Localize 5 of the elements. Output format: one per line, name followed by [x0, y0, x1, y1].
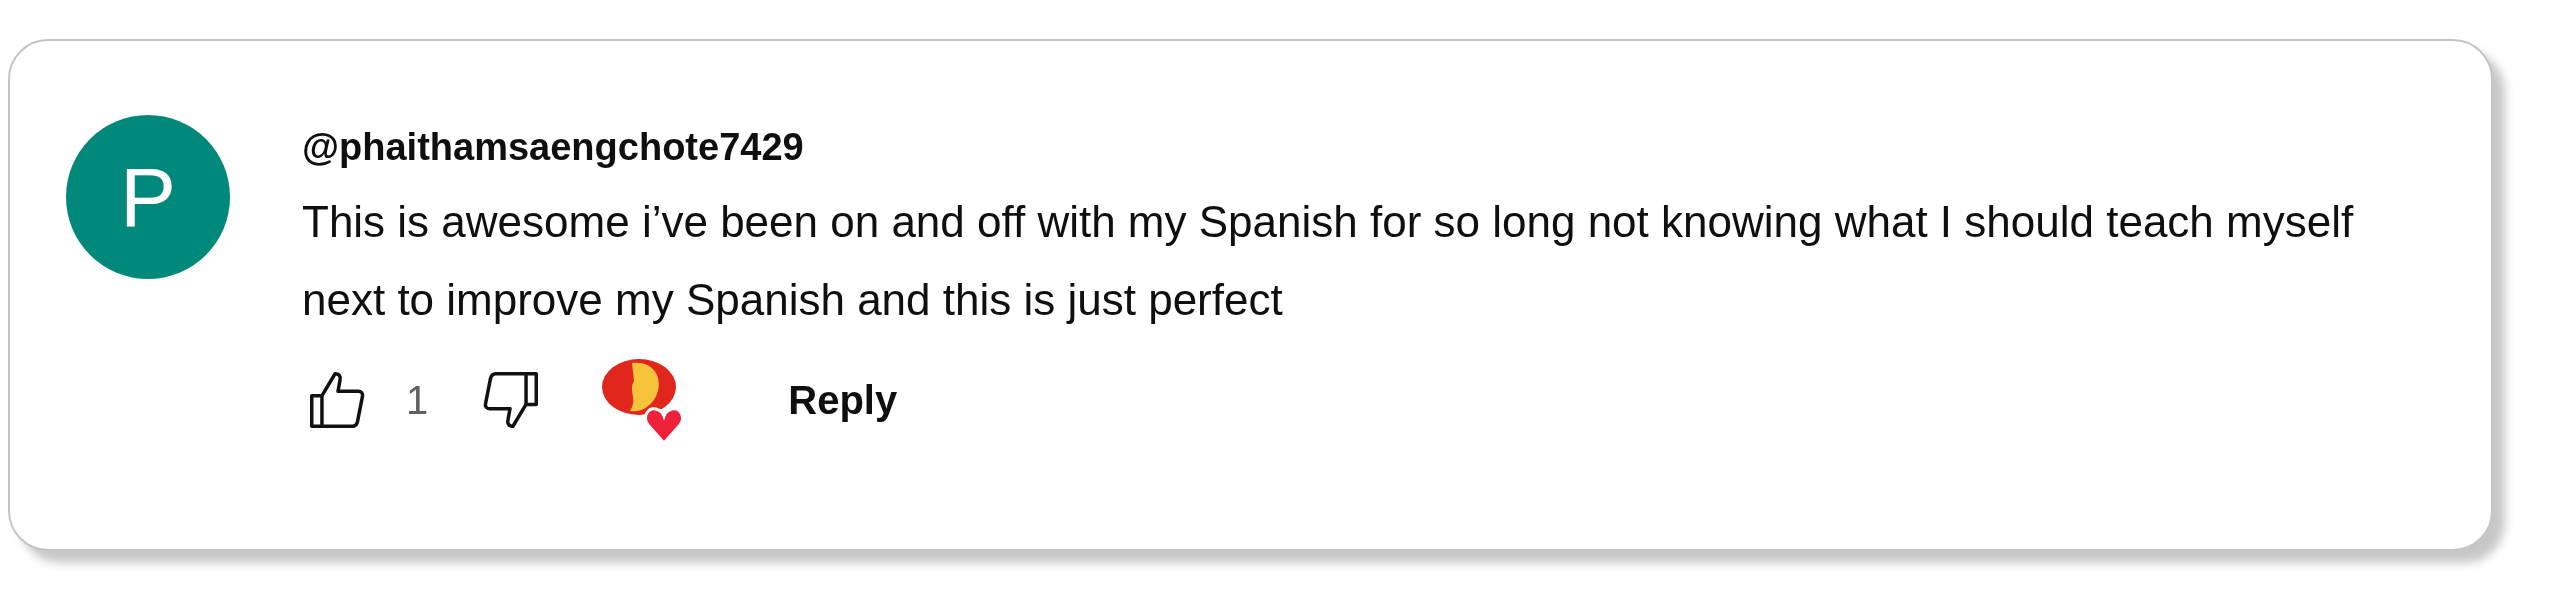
like-count: 1	[406, 377, 429, 423]
avatar[interactable]: P	[66, 115, 230, 279]
comment-text: This is awesome i’ve been on and off with my Spanish for so long not knowing what I should teach myself next to improve my Spanish and this is just perfect	[302, 196, 2355, 326]
author-name[interactable]: @phaithamsaengchote7429	[302, 125, 2432, 169]
reply-button[interactable]: Reply	[788, 369, 898, 431]
